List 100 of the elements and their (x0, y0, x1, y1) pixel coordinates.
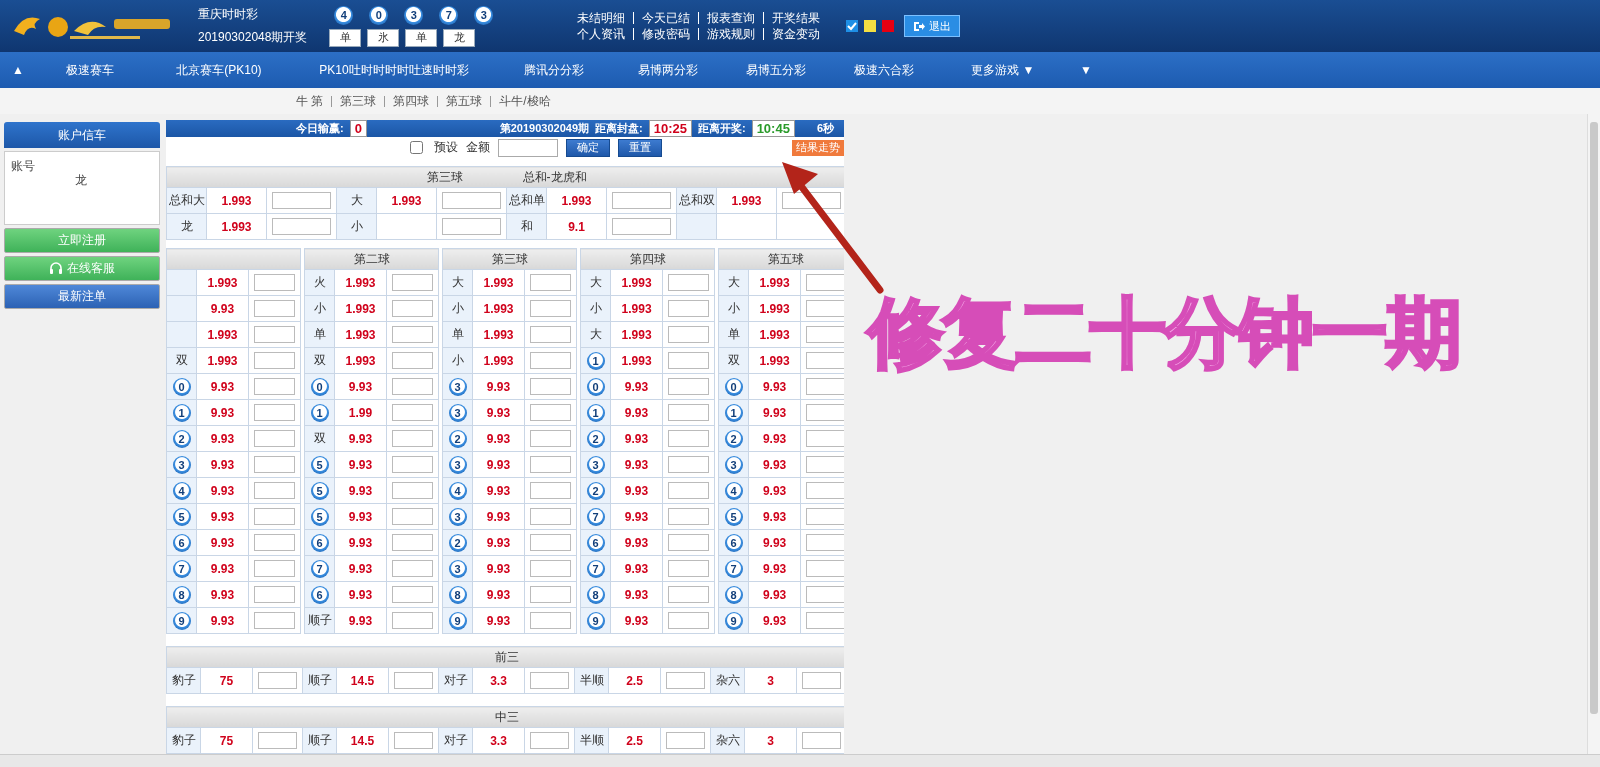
amount-field[interactable] (668, 534, 710, 551)
amount-field[interactable] (258, 732, 297, 749)
amount-field[interactable] (258, 672, 297, 689)
scrollbar-thumb[interactable] (1590, 122, 1598, 714)
orders-button[interactable]: 最新注单 (4, 284, 160, 309)
amount-field[interactable] (530, 378, 572, 395)
amount-field[interactable] (806, 482, 844, 499)
nav-tab[interactable]: 极速赛车 (35, 61, 144, 79)
collapse-toggle[interactable]: ▲ (0, 63, 36, 77)
nav-tab[interactable]: 北京赛车(PK10) (143, 61, 294, 79)
amount-field[interactable] (392, 482, 434, 499)
amount-field[interactable] (530, 274, 572, 291)
amount-field[interactable] (442, 192, 501, 209)
amount-field[interactable] (392, 352, 434, 369)
amount-field[interactable] (530, 326, 572, 343)
amount-field[interactable] (392, 430, 434, 447)
amount-field[interactable] (668, 352, 710, 369)
theme-swatch[interactable] (864, 20, 876, 32)
amount-field[interactable] (666, 732, 705, 749)
sub-nav-link[interactable]: 斗牛/梭哈 (490, 95, 559, 107)
nav-tab[interactable]: 腾讯分分彩 (493, 61, 614, 79)
amount-field[interactable] (668, 378, 710, 395)
amount-field[interactable] (806, 274, 844, 291)
amount-field[interactable] (254, 482, 295, 499)
amount-field[interactable] (272, 218, 331, 235)
amount-field[interactable] (806, 300, 844, 317)
amount-field[interactable] (530, 732, 569, 749)
amount-field[interactable] (806, 534, 844, 551)
amount-field[interactable] (668, 586, 710, 603)
sub-nav-link[interactable]: 牛 第 (288, 95, 332, 107)
amount-field[interactable] (392, 612, 434, 629)
amount-field[interactable] (254, 508, 295, 525)
amount-field[interactable] (392, 326, 434, 343)
amount-field[interactable] (394, 732, 433, 749)
amount-field[interactable] (272, 192, 331, 209)
amount-field[interactable] (530, 534, 572, 551)
header-link[interactable]: 未结明细 (569, 12, 633, 24)
amount-field[interactable] (806, 612, 844, 629)
amount-field[interactable] (254, 456, 295, 473)
amount-field[interactable] (806, 430, 844, 447)
amount-field[interactable] (394, 672, 433, 689)
sub-nav-link[interactable]: 第三球 (331, 95, 385, 107)
reset-button[interactable]: 重置 (618, 138, 662, 157)
amount-field[interactable] (530, 612, 572, 629)
header-link[interactable]: 资金变动 (763, 28, 828, 40)
amount-field[interactable] (254, 274, 295, 291)
amount-field[interactable] (668, 300, 710, 317)
amount-field[interactable] (392, 404, 434, 421)
amount-field[interactable] (254, 300, 295, 317)
amount-field[interactable] (806, 404, 844, 421)
header-link[interactable]: 个人资讯 (569, 28, 633, 40)
amount-field[interactable] (392, 508, 434, 525)
amount-field[interactable] (668, 612, 710, 629)
sub-nav-link[interactable]: 第四球 (384, 95, 438, 107)
amount-field[interactable] (802, 732, 842, 749)
amount-field[interactable] (254, 560, 295, 577)
amount-field[interactable] (254, 430, 295, 447)
amount-field[interactable] (806, 352, 844, 369)
amount-field[interactable] (530, 560, 572, 577)
amount-field[interactable] (806, 456, 844, 473)
amount-field[interactable] (254, 326, 295, 343)
amount-field[interactable] (668, 326, 710, 343)
header-link[interactable]: 今天已结 (633, 12, 698, 24)
amount-field[interactable] (530, 456, 572, 473)
amount-field[interactable] (254, 404, 295, 421)
header-link[interactable]: 修改密码 (633, 28, 698, 40)
amount-field[interactable] (442, 218, 501, 235)
amount-field[interactable] (254, 378, 295, 395)
nav-tab[interactable]: 极速六合彩 (829, 61, 938, 79)
header-link[interactable]: 开奖结果 (763, 12, 828, 24)
amount-field[interactable] (392, 586, 434, 603)
amount-field[interactable] (498, 138, 558, 157)
nav-tab[interactable]: 更多游戏 ▼ (937, 61, 1068, 79)
amount-field[interactable] (802, 672, 842, 689)
amount-field[interactable] (530, 482, 572, 499)
amount-field[interactable] (806, 560, 844, 577)
nav-tab[interactable]: 易博五分彩 (721, 61, 830, 79)
amount-field[interactable] (668, 456, 710, 473)
amount-field[interactable] (806, 586, 844, 603)
amount-field[interactable] (806, 378, 844, 395)
nav-tab[interactable]: PK10吐时时时时吐速时时彩 (293, 61, 494, 79)
amount-field[interactable] (254, 534, 295, 551)
amount-field[interactable] (254, 586, 295, 603)
amount-field[interactable] (530, 586, 572, 603)
amount-field[interactable] (254, 612, 295, 629)
amount-field[interactable] (612, 218, 671, 235)
amount-field[interactable] (530, 404, 572, 421)
amount-field[interactable] (392, 274, 434, 291)
amount-field[interactable] (530, 430, 572, 447)
confirm-button[interactable]: 确定 (566, 138, 610, 157)
amount-field[interactable] (392, 560, 434, 577)
theme-swatch[interactable] (882, 20, 894, 32)
nav-tab[interactable]: 易博两分彩 (613, 61, 722, 79)
amount-field[interactable] (668, 560, 710, 577)
amount-field[interactable] (806, 326, 844, 343)
preset-checkbox[interactable] (410, 141, 423, 154)
amount-field[interactable] (530, 352, 572, 369)
amount-field[interactable] (668, 482, 710, 499)
amount-field[interactable] (612, 192, 671, 209)
amount-field[interactable] (392, 534, 434, 551)
